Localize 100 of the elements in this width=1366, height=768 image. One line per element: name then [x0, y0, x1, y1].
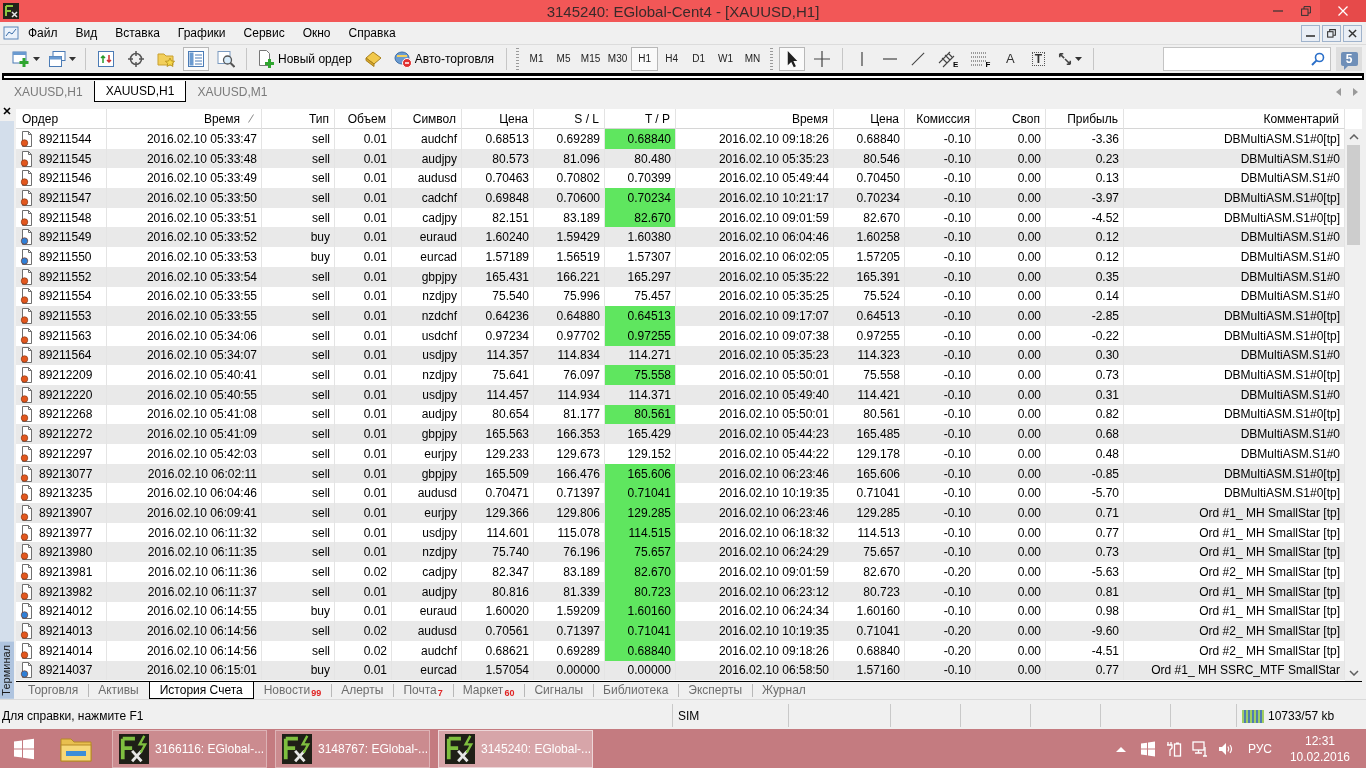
table-cell: 2016.02.10 05:33:54: [107, 266, 262, 287]
terminal-tab[interactable]: Эксперты: [678, 681, 753, 699]
timeframe-button[interactable]: W1: [712, 46, 740, 71]
chart-tab[interactable]: XAUUSD,H1: [3, 81, 94, 102]
menu-item[interactable]: Вид: [66, 24, 107, 42]
table-cell: 114.271: [605, 345, 676, 366]
table-cell: 1.57160: [834, 660, 905, 681]
terminal-tab[interactable]: Сигналы: [524, 681, 594, 699]
terminal-tab[interactable]: Алерты: [331, 681, 394, 699]
table-cell: sell: [262, 621, 335, 641]
scroll-down-icon[interactable]: [1348, 669, 1359, 676]
terminal-tab[interactable]: Почта7: [393, 681, 453, 699]
stacked-windows-icon: [48, 49, 66, 68]
column-header[interactable]: Цена: [834, 109, 905, 129]
scroll-up-icon[interactable]: [1348, 134, 1359, 140]
column-header[interactable]: Время: [107, 109, 262, 129]
table-cell: 0.68: [1046, 424, 1124, 444]
table-cell: sell: [262, 306, 335, 326]
terminal-tab[interactable]: Библиотека: [593, 681, 679, 699]
table-cell: audusd: [392, 621, 462, 641]
menu-item[interactable]: Окно: [293, 24, 340, 42]
timeframe-button[interactable]: M1: [523, 46, 551, 71]
table-cell: 0.00000: [534, 660, 605, 681]
table-cell: 75.657: [834, 542, 905, 563]
terminal-tab[interactable]: Активы: [88, 681, 149, 699]
menu-item[interactable]: Файл: [19, 24, 67, 42]
table-cell: 2016.02.10 10:19:35: [676, 621, 834, 641]
toolbar-button[interactable]: T: [1026, 46, 1051, 71]
table-cell: audjpy: [392, 581, 462, 602]
timeframe-button[interactable]: M30: [604, 46, 632, 71]
table-cell: 89214037: [39, 663, 93, 678]
column-header[interactable]: S / L: [534, 109, 605, 129]
timeframe-button[interactable]: MN: [739, 46, 767, 71]
table-cell: 80.561: [605, 404, 676, 425]
scroll-right-icon[interactable]: [1353, 87, 1358, 96]
timeframe-button[interactable]: H1: [631, 46, 659, 71]
column-header[interactable]: Комиссия: [905, 109, 976, 129]
column-header[interactable]: T / P: [605, 109, 676, 129]
terminal-tab[interactable]: Журнал: [752, 681, 816, 699]
window-panes-icon[interactable]: [1139, 741, 1156, 757]
close-icon[interactable]: [3, 107, 11, 115]
column-header[interactable]: Своп: [976, 109, 1046, 129]
table-cell: 2016.02.10 06:23:46: [676, 463, 834, 484]
horizontal-line-icon: [883, 57, 898, 60]
caret-icon: [1075, 56, 1083, 61]
table-cell: 2016.02.10 06:11:35: [107, 542, 262, 563]
terminal-tab[interactable]: Торговля: [18, 681, 89, 699]
book-icon: [363, 49, 382, 68]
toolbar-button[interactable]: Новый ордер: [252, 46, 357, 71]
column-header[interactable]: Прибыль: [1046, 109, 1124, 129]
column-header[interactable]: Тип: [262, 109, 335, 129]
timeframe-button[interactable]: D1: [685, 46, 713, 71]
network-icon[interactable]: [1191, 741, 1208, 757]
table-cell: 0.00: [976, 542, 1046, 563]
table-cell: 89211549: [39, 230, 92, 245]
timeframe-button[interactable]: M5: [550, 46, 578, 71]
table-cell: 2016.02.10 06:23:12: [676, 581, 834, 602]
chart-window-icon[interactable]: [3, 25, 19, 41]
table-cell: DBMultiASM.S1#0[tp]: [1124, 463, 1345, 484]
restore-button[interactable]: [1322, 24, 1341, 42]
table-cell: Ord #1_ MH SSRC_MTF SmallStar: [1124, 660, 1345, 681]
battery-plug-icon[interactable]: [1165, 741, 1182, 757]
terminal-tab[interactable]: Новости99: [253, 681, 332, 699]
toolbar-button[interactable]: E: [934, 46, 963, 71]
table-cell: 89211544: [39, 131, 92, 146]
menu-item[interactable]: Вставка: [106, 24, 169, 42]
menu-item[interactable]: Сервис: [234, 24, 294, 42]
chevron-up-icon[interactable]: [1115, 746, 1126, 752]
timeframe-button[interactable]: H4: [658, 46, 686, 71]
table-cell: 0.01: [335, 384, 392, 405]
column-header[interactable]: Комментарий: [1124, 109, 1345, 129]
column-header[interactable]: Цена: [462, 109, 534, 129]
table-cell: 166.476: [534, 463, 605, 484]
toolbar-button[interactable]: A: [998, 46, 1023, 71]
column-header[interactable]: Время: [676, 109, 834, 129]
search-field[interactable]: [1163, 46, 1331, 71]
toolbar-button[interactable]: Авто-торговля: [388, 46, 500, 71]
table-cell: 0.68840: [605, 129, 676, 149]
column-header[interactable]: Объем: [335, 109, 392, 129]
chart-tab[interactable]: XAUUSD,H1: [93, 81, 187, 102]
table-cell: 129.806: [534, 503, 605, 523]
toolbar-button[interactable]: [779, 46, 806, 71]
terminal-tab[interactable]: История Счета: [148, 681, 254, 699]
app-logo-icon: [119, 734, 149, 764]
toolbar-button[interactable]: F: [966, 46, 995, 71]
chart-tab[interactable]: XAUUSD,M1: [186, 81, 279, 102]
menu-item[interactable]: Справка: [339, 24, 405, 42]
terminal-tab[interactable]: Маркет 60: [452, 681, 525, 699]
scroll-left-icon[interactable]: [1336, 87, 1341, 96]
table-cell: 0.30: [1046, 345, 1124, 366]
scroll-thumb[interactable]: [1347, 145, 1360, 245]
timeframe-button[interactable]: M15: [577, 46, 605, 71]
table-cell: 0.97255: [605, 325, 676, 346]
column-header[interactable]: Символ: [392, 109, 462, 129]
close-button[interactable]: [1343, 24, 1362, 42]
table-cell: 76.196: [534, 542, 605, 563]
table-cell: 2016.02.10 05:33:50: [107, 188, 262, 208]
minimize-button[interactable]: [1301, 24, 1320, 42]
menu-item[interactable]: Графики: [168, 24, 235, 42]
speaker-icon[interactable]: [1217, 741, 1234, 757]
